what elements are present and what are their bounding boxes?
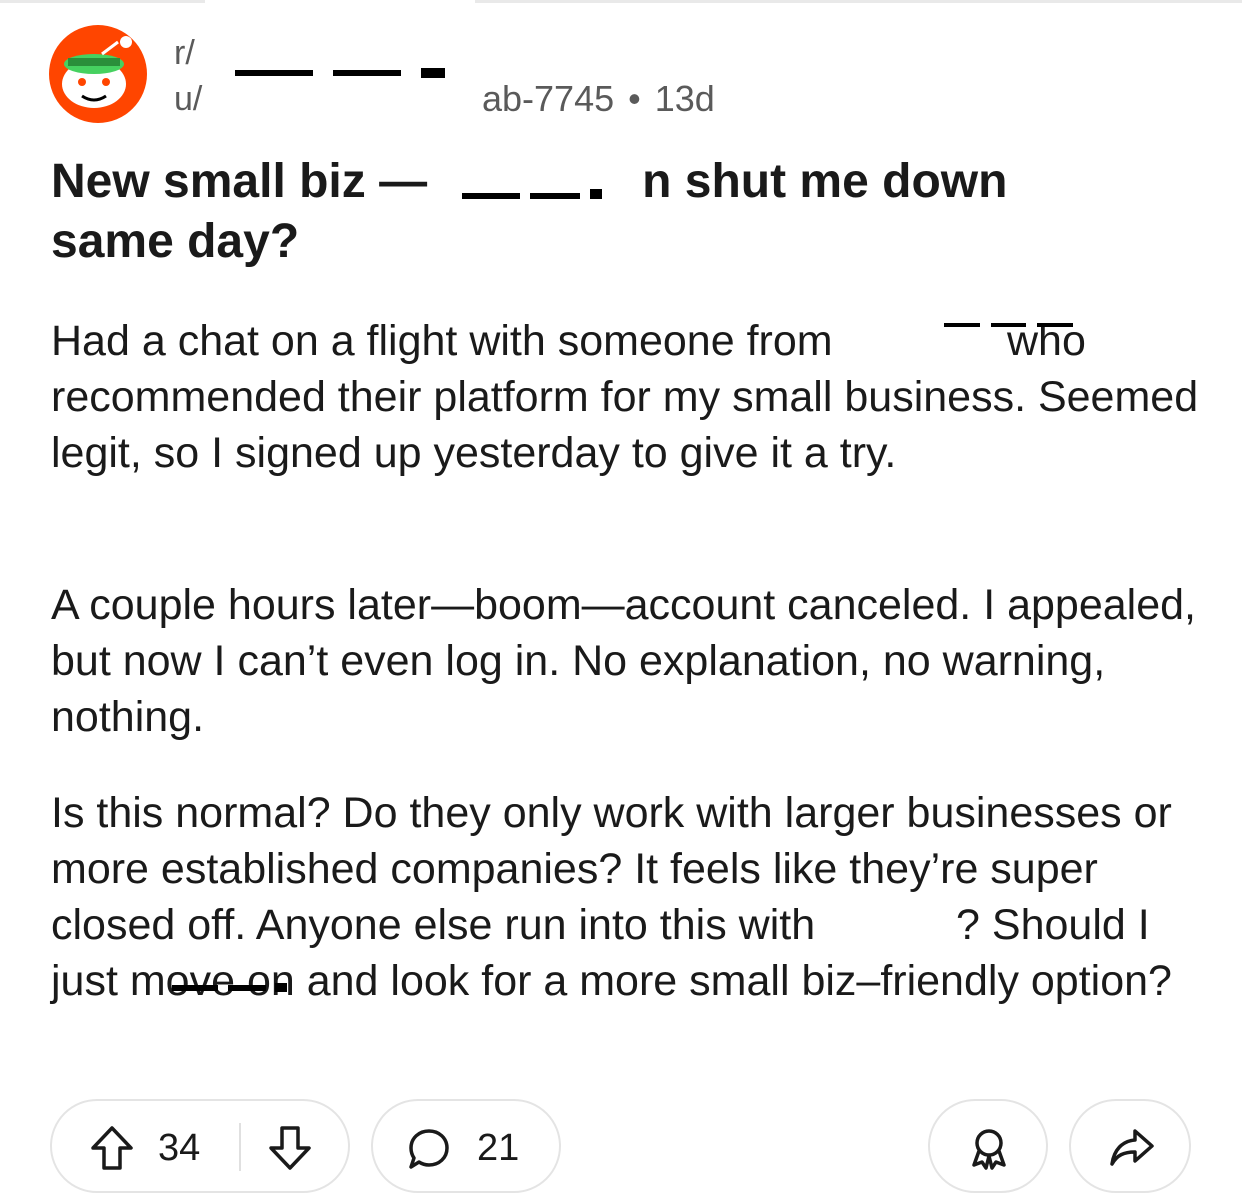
subreddit-name[interactable]: r/ [174, 34, 195, 73]
post-body-paragraph: A couple hours later—boom—account cancel… [51, 581, 1197, 741]
vote-divider [239, 1123, 241, 1171]
redaction-bar [421, 68, 445, 78]
post-age: 13d [654, 78, 715, 119]
vote-controls: 34 [50, 1099, 350, 1193]
meta-separator: • [628, 78, 641, 119]
upvote-icon[interactable] [90, 1125, 134, 1171]
redaction-bar [530, 193, 580, 199]
post-body-paragraph: Had a chat on a flight with someone from… [51, 317, 1199, 477]
reddit-avatar-icon[interactable] [48, 24, 148, 124]
post-body-paragraph: Is this normal? Do they only work with l… [51, 789, 1172, 1005]
redaction-bar [275, 983, 287, 992]
comment-count: 21 [477, 1127, 520, 1169]
redaction-bar [172, 985, 218, 991]
redaction-bar [228, 985, 266, 991]
author-handle[interactable]: ab-7745 [482, 78, 614, 119]
title-line-2: same day? [51, 215, 300, 268]
redaction-bar [235, 70, 313, 76]
top-divider [0, 0, 1242, 3]
comment-icon [409, 1129, 449, 1169]
redaction-bar [462, 193, 520, 199]
upvote-count: 34 [158, 1127, 201, 1169]
post-title[interactable]: New small biz — n shut me down same day? [51, 152, 1201, 272]
redaction-bar [944, 323, 980, 327]
comments-button[interactable]: 21 [371, 1099, 561, 1193]
award-button[interactable] [928, 1099, 1048, 1193]
share-button[interactable] [1069, 1099, 1191, 1193]
share-icon [1110, 1129, 1154, 1166]
redaction-bar [333, 70, 401, 76]
title-part-1: New small biz — [51, 155, 428, 208]
username[interactable]: u/ [174, 80, 202, 119]
redaction-bar [590, 189, 602, 199]
top-divider-gap [205, 0, 475, 3]
downvote-icon[interactable] [268, 1125, 312, 1171]
redaction-bar [1037, 323, 1073, 327]
redaction-bar [991, 323, 1026, 327]
award-icon [972, 1129, 1006, 1170]
title-part-2: n shut me down [642, 155, 1008, 208]
post-meta: ab-7745 • 13d [482, 78, 715, 120]
